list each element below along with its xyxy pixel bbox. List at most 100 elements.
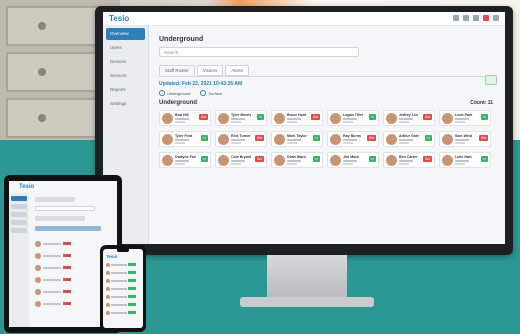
person-detail	[455, 163, 465, 165]
person-name: Mark Taylor	[287, 134, 307, 138]
person-card[interactable]: Cole Bryant Out	[215, 152, 267, 168]
menu-icon[interactable]	[493, 15, 499, 21]
person-card[interactable]: Tyler Ford In	[159, 131, 211, 147]
status-badge: In	[369, 114, 376, 120]
person-card[interactable]: Sam West Out	[439, 131, 491, 147]
tab-visitors[interactable]: Visitors	[196, 65, 224, 76]
status-badge: In	[257, 114, 264, 120]
avatar	[386, 134, 397, 145]
list-item[interactable]	[106, 271, 136, 275]
tablet-updated	[35, 226, 101, 231]
top-icons	[453, 15, 499, 21]
person-detail	[455, 139, 469, 141]
person-detail	[343, 121, 353, 123]
tab-alerts[interactable]: Alerts	[225, 65, 249, 76]
search-input[interactable]: Search	[159, 47, 359, 57]
list-item[interactable]	[35, 289, 83, 296]
section-title: Underground	[159, 100, 197, 106]
person-card[interactable]: Jeffrey Lee Out	[383, 110, 435, 126]
sidebar-item-devices[interactable]: Devices	[106, 56, 145, 68]
list-item[interactable]	[106, 311, 136, 315]
sidebar-item-settings[interactable]: Settings	[106, 98, 145, 110]
person-card[interactable]: Luke Hart In	[439, 152, 491, 168]
person-name: Bruce Hunt	[287, 113, 307, 117]
person-detail	[399, 121, 409, 123]
person-detail	[287, 160, 301, 162]
person-card[interactable]: Logan Tiller In	[327, 110, 379, 126]
person-card[interactable]: Bruce Hunt Out	[271, 110, 323, 126]
person-detail	[399, 118, 413, 120]
monitor-screen: Tesio Overview Users Devices Sensors Rep…	[103, 12, 505, 244]
person-card[interactable]: Leon Park In	[439, 110, 491, 126]
avatar	[274, 113, 285, 124]
person-name: Jeffrey Lee	[399, 113, 418, 117]
toggle-surface[interactable]: Surface	[200, 90, 222, 96]
person-name: Dean Ward	[287, 155, 306, 159]
person-card[interactable]: Tyler Morris In	[215, 110, 267, 126]
person-card[interactable]: Dean Ward In	[271, 152, 323, 168]
list-item[interactable]	[35, 241, 83, 248]
person-name: Jim Mack	[343, 155, 360, 159]
status-badge: In	[313, 135, 320, 141]
person-card[interactable]: Ben Carter Out	[383, 152, 435, 168]
person-card[interactable]: Mark Taylor In	[271, 131, 323, 147]
person-name: Arthur Gale	[399, 134, 419, 138]
person-detail	[231, 142, 241, 144]
person-card[interactable]: Jim Mack In	[327, 152, 379, 168]
list-item[interactable]	[106, 287, 136, 291]
sidebar-item-sensors[interactable]: Sensors	[106, 70, 145, 82]
person-detail	[287, 163, 297, 165]
alert-icon[interactable]	[483, 15, 489, 21]
list-item[interactable]	[106, 263, 136, 267]
person-card[interactable]: Bob Hill Out	[159, 110, 211, 126]
tab-staff-roster[interactable]: Staff Roster	[159, 65, 195, 76]
sidebar-item-users[interactable]: Users	[106, 42, 145, 54]
page-title: Underground	[159, 36, 204, 43]
person-card[interactable]: Arthur Gale In	[383, 131, 435, 147]
list-item[interactable]	[106, 303, 136, 307]
person-detail	[175, 121, 185, 123]
person-detail	[175, 160, 189, 162]
phone-logo: Tesio	[106, 254, 118, 259]
person-name: Luke Hart	[455, 155, 472, 159]
person-detail	[175, 163, 185, 165]
person-detail	[175, 142, 185, 144]
avatar	[330, 155, 341, 166]
person-name: Ray Burns	[343, 134, 361, 138]
person-detail	[231, 121, 241, 123]
person-detail	[343, 118, 357, 120]
avatar	[274, 155, 285, 166]
list-item[interactable]	[106, 295, 136, 299]
tablet-logo: Tesio	[19, 184, 35, 190]
refresh-button[interactable]	[485, 75, 497, 85]
avatar	[162, 113, 173, 124]
list-item[interactable]	[35, 277, 83, 284]
tablet-search[interactable]	[35, 206, 95, 211]
sidebar-item-reports[interactable]: Reports	[106, 84, 145, 96]
person-detail	[231, 163, 241, 165]
toggle-underground[interactable]: Underground	[159, 90, 190, 96]
top-bar: Tesio	[103, 12, 505, 26]
bell-icon[interactable]	[453, 15, 459, 21]
radio-icon	[200, 90, 207, 96]
list-item[interactable]	[35, 265, 83, 272]
list-item[interactable]	[35, 301, 83, 308]
person-card[interactable]: Dwayne Fox In	[159, 152, 211, 168]
toggle-label: Surface	[208, 90, 223, 96]
list-item[interactable]	[35, 253, 83, 260]
list-item[interactable]	[106, 279, 136, 283]
monitor-stand	[267, 255, 347, 299]
person-detail	[175, 118, 189, 120]
person-card[interactable]: Rick Turner Out	[215, 131, 267, 147]
status-badge: Out	[254, 156, 264, 162]
app-logo[interactable]: Tesio	[109, 14, 129, 23]
user-icon[interactable]	[463, 15, 469, 21]
status-badge: In	[201, 135, 208, 141]
status-badge: Out	[478, 135, 488, 141]
person-detail	[287, 121, 297, 123]
settings-icon[interactable]	[473, 15, 479, 21]
person-card[interactable]: Ray Burns Out	[327, 131, 379, 147]
person-detail	[287, 118, 301, 120]
section-header: Underground Count: 11	[159, 100, 493, 106]
sidebar-item-overview[interactable]: Overview	[106, 28, 145, 40]
